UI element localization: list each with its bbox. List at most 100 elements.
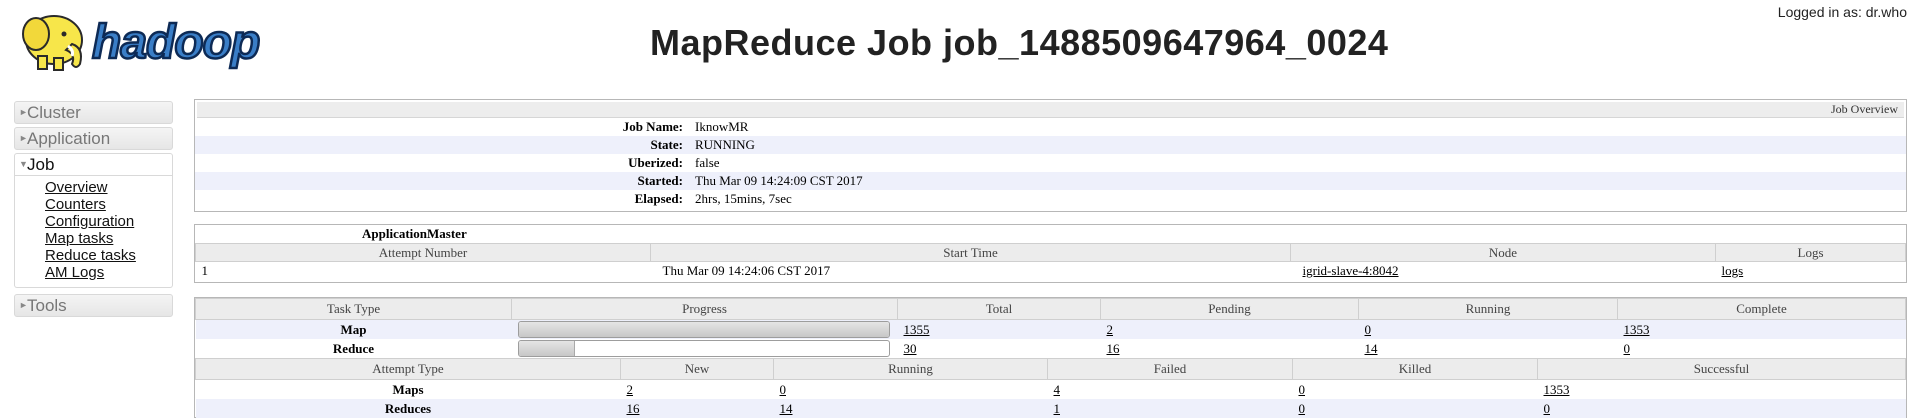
nav-section-label: Job bbox=[27, 155, 55, 174]
triangle-down-icon: ▼ bbox=[19, 159, 28, 169]
killed-link[interactable]: 0 bbox=[1299, 401, 1306, 416]
pending-link[interactable]: 16 bbox=[1107, 341, 1120, 356]
overview-key: State: bbox=[650, 137, 684, 152]
overview-value: RUNNING bbox=[695, 137, 755, 152]
killed-cell: 0 bbox=[1292, 399, 1538, 418]
overview-row: Uberized: false bbox=[195, 154, 1906, 172]
complete-cell: 1353 bbox=[1617, 319, 1906, 339]
column-header[interactable]: Node bbox=[1290, 243, 1716, 262]
nav-section-body: Overview Counters Configuration Map tasks Re… bbox=[14, 176, 173, 288]
triangle-right-icon: ► bbox=[19, 107, 28, 117]
pending-cell: 2 bbox=[1100, 319, 1359, 339]
overview-value: 2hrs, 15mins, 7sec bbox=[695, 191, 792, 206]
nav-link-configuration[interactable]: Configuration bbox=[45, 213, 172, 230]
overview-row: Elapsed: 2hrs, 15mins, 7sec bbox=[195, 190, 1906, 208]
complete-link[interactable]: 0 bbox=[1624, 341, 1631, 356]
nav-link-overview[interactable]: Overview bbox=[45, 179, 172, 196]
column-header[interactable]: Running bbox=[773, 358, 1048, 380]
pending-link[interactable]: 2 bbox=[1107, 322, 1114, 337]
pending-cell: 16 bbox=[1101, 339, 1359, 358]
nav-section-label: Application bbox=[27, 129, 111, 148]
running-link[interactable]: 0 bbox=[1365, 322, 1372, 337]
progress-bar bbox=[517, 340, 890, 357]
new-link[interactable]: 16 bbox=[627, 401, 640, 416]
nav-link-counters[interactable]: Counters bbox=[45, 196, 172, 213]
logs-cell: logs bbox=[1715, 261, 1906, 279]
running-link[interactable]: 14 bbox=[1365, 341, 1378, 356]
task-type: Map bbox=[195, 319, 512, 339]
nav-link-map-tasks[interactable]: Map tasks bbox=[45, 230, 172, 247]
nav-section-tools[interactable]: ► Tools bbox=[14, 294, 173, 317]
killed-cell: 0 bbox=[1293, 380, 1538, 400]
total-cell: 1355 bbox=[897, 319, 1101, 339]
nav-section-label: Tools bbox=[27, 296, 67, 315]
successful-cell: 1353 bbox=[1538, 380, 1906, 400]
nav-section-label: Cluster bbox=[27, 103, 81, 122]
attempt-number: 1 bbox=[195, 261, 651, 279]
task-row-reduce: Reduce 30 16 14 0 bbox=[196, 339, 1906, 358]
node-link[interactable]: igrid-slave-4:8042 bbox=[1303, 263, 1399, 278]
column-header[interactable]: Running bbox=[1358, 298, 1618, 320]
failed-cell: 1 bbox=[1047, 399, 1293, 418]
column-header[interactable]: Attempt Number bbox=[195, 243, 651, 262]
attempt-row-maps: Maps 2 0 4 0 1353 bbox=[196, 380, 1906, 400]
attempt-row-reduces: Reduces 16 14 1 0 0 bbox=[195, 399, 1906, 418]
tasks-panel: Task Type Progress Total Pending Running Comp… bbox=[194, 297, 1907, 418]
column-header[interactable]: Logs bbox=[1715, 243, 1906, 262]
column-header[interactable]: Total bbox=[897, 298, 1101, 320]
column-header[interactable]: Task Type bbox=[195, 298, 512, 320]
successful-link[interactable]: 1353 bbox=[1544, 382, 1570, 397]
failed-cell: 4 bbox=[1048, 380, 1293, 400]
nav-link-am-logs[interactable]: AM Logs bbox=[45, 264, 172, 281]
column-header[interactable]: Killed bbox=[1292, 358, 1538, 380]
nav-section-job[interactable]: ▼ Job bbox=[14, 153, 173, 176]
nav-link-reduce-tasks[interactable]: Reduce tasks bbox=[45, 247, 172, 264]
column-header[interactable]: Failed bbox=[1047, 358, 1293, 380]
overview-row: State: RUNNING bbox=[195, 136, 1906, 154]
column-header[interactable]: Progress bbox=[511, 298, 898, 320]
hadoop-logo: hadoop bbox=[22, 15, 262, 71]
hadoop-wordmark: hadoop bbox=[92, 16, 259, 69]
failed-link[interactable]: 1 bbox=[1054, 401, 1061, 416]
running-link[interactable]: 14 bbox=[780, 401, 793, 416]
column-header[interactable]: New bbox=[620, 358, 774, 380]
column-header[interactable]: Pending bbox=[1100, 298, 1359, 320]
column-header[interactable]: Attempt Type bbox=[195, 358, 621, 380]
new-link[interactable]: 2 bbox=[627, 382, 634, 397]
nav-section-cluster[interactable]: ► Cluster bbox=[14, 101, 173, 124]
job-overview-panel: Job Overview Job Name: IknowMR State: RUNNI… bbox=[194, 99, 1907, 212]
attempt-type: Reduces bbox=[195, 399, 621, 418]
application-master-title: ApplicationMaster bbox=[362, 226, 467, 241]
task-row-map: Map 1355 2 0 1353 bbox=[195, 319, 1906, 339]
overview-key: Job Name: bbox=[622, 119, 683, 134]
overview-key: Uberized: bbox=[628, 155, 683, 170]
attempt-summary-table: Attempt Type New Running Failed Killed Succes… bbox=[195, 358, 1906, 418]
progress-bar-fill bbox=[518, 322, 889, 337]
new-cell: 16 bbox=[620, 399, 774, 418]
killed-link[interactable]: 0 bbox=[1299, 382, 1306, 397]
running-cell: 0 bbox=[1358, 319, 1618, 339]
job-overview-rows: Job Name: IknowMR State: RUNNING Uberized: fa… bbox=[195, 118, 1906, 208]
progress-bar bbox=[517, 321, 890, 338]
overview-value: IknowMR bbox=[695, 119, 749, 134]
successful-link[interactable]: 0 bbox=[1544, 401, 1551, 416]
running-cell: 14 bbox=[773, 399, 1048, 418]
overview-value: Thu Mar 09 14:24:09 CST 2017 bbox=[695, 173, 863, 188]
total-link[interactable]: 30 bbox=[904, 341, 917, 356]
total-link[interactable]: 1355 bbox=[904, 322, 930, 337]
column-header[interactable]: Start Time bbox=[650, 243, 1291, 262]
running-link[interactable]: 0 bbox=[780, 382, 787, 397]
logs-link[interactable]: logs bbox=[1722, 263, 1744, 278]
column-header[interactable]: Successful bbox=[1537, 358, 1906, 380]
overview-row: Started: Thu Mar 09 14:24:09 CST 2017 bbox=[195, 172, 1906, 190]
progress-cell bbox=[512, 339, 898, 358]
column-header[interactable]: Complete bbox=[1617, 298, 1906, 320]
failed-link[interactable]: 4 bbox=[1054, 382, 1061, 397]
nav-section-application[interactable]: ► Application bbox=[14, 127, 173, 150]
sidebar-nav: ► Cluster ► Application ▼ Job Overview Counters… bbox=[14, 101, 173, 320]
running-cell: 14 bbox=[1359, 339, 1618, 358]
complete-link[interactable]: 1353 bbox=[1624, 322, 1650, 337]
attempt-type: Maps bbox=[392, 381, 424, 397]
overview-value: false bbox=[695, 155, 720, 170]
triangle-right-icon: ► bbox=[19, 300, 28, 310]
